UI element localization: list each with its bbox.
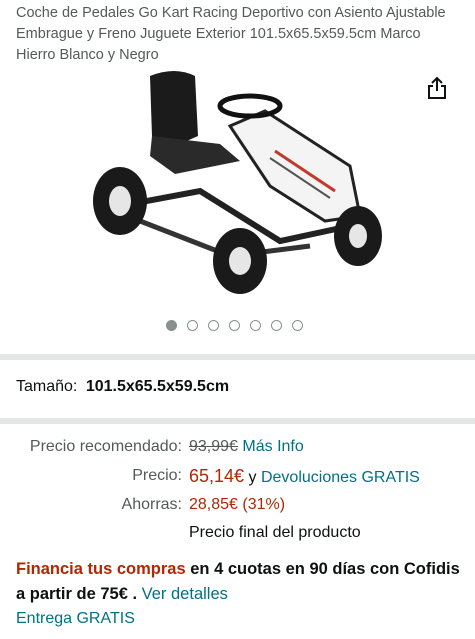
carousel-dot-7[interactable] [292, 320, 303, 331]
size-value: 101.5x65.5x59.5cm [85, 378, 230, 395]
list-price-label: Precio recomendado: [29, 438, 182, 455]
current-price: 65,14€ [189, 466, 245, 486]
image-carousel-dots[interactable] [166, 320, 303, 331]
free-delivery-link[interactable]: Entrega GRATIS [16, 610, 135, 628]
carousel-dot-3[interactable] [208, 320, 219, 331]
free-returns-link[interactable]: Devoluciones GRATIS [261, 469, 420, 486]
carousel-dot-1[interactable] [166, 320, 177, 331]
savings-amount: 28,85€ (31%) [189, 496, 286, 513]
product-image[interactable] [80, 66, 390, 306]
section-divider [0, 354, 475, 360]
share-icon [428, 76, 446, 99]
carousel-dot-4[interactable] [229, 320, 240, 331]
go-kart-image [93, 71, 382, 294]
financing-offer: Financia tus compras en 4 cuotas en 90 d… [16, 557, 461, 607]
financing-highlight: Financia tus compras [16, 560, 186, 578]
carousel-dot-5[interactable] [250, 320, 261, 331]
carousel-dot-2[interactable] [187, 320, 198, 331]
list-price: 93,99€ [189, 438, 238, 455]
section-divider [0, 418, 475, 424]
carousel-dot-6[interactable] [271, 320, 282, 331]
savings-label: Ahorras: [121, 496, 182, 513]
size-selector[interactable]: Tamaño: 101.5x65.5x59.5cm [16, 378, 229, 396]
price-label: Precio: [132, 467, 182, 484]
and-text: y [248, 469, 257, 486]
financing-details-link[interactable]: Ver detalles [142, 585, 228, 603]
product-title: Coche de Pedales Go Kart Racing Deportiv… [16, 5, 446, 63]
more-info-link[interactable]: Más Info [242, 438, 303, 455]
size-label: Tamaño: [16, 378, 78, 395]
share-button[interactable] [426, 76, 448, 100]
final-price-note: Precio final del producto [189, 524, 361, 541]
